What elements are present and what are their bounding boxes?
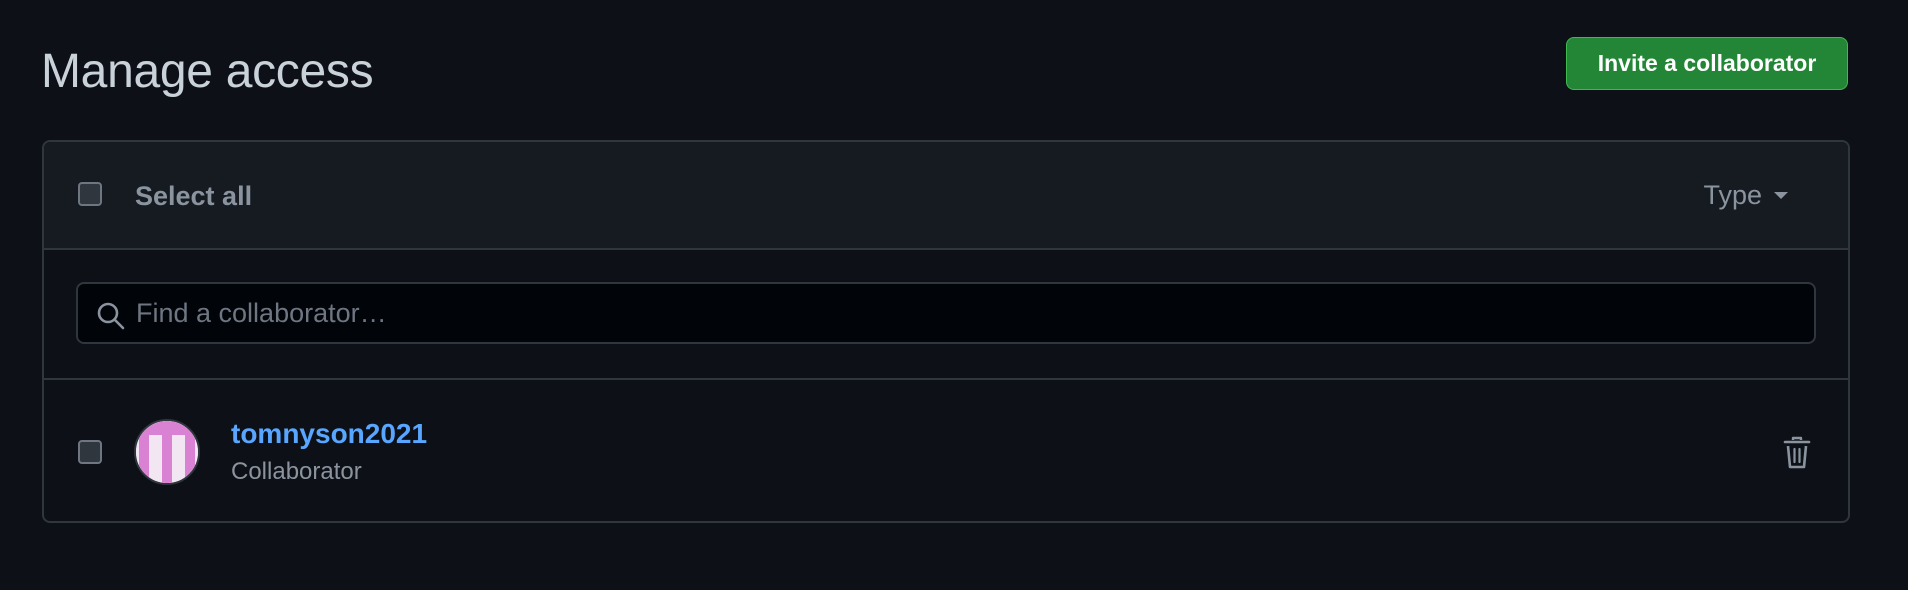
collaborators-panel: Select all Type Find a collaborator… tom…: [42, 140, 1850, 523]
identicon-avatar-image: [136, 421, 198, 483]
collaborator-username-link[interactable]: tomnyson2021: [231, 417, 427, 451]
type-filter-label: Type: [1703, 180, 1762, 210]
page-title: Manage access: [41, 45, 374, 98]
type-filter-dropdown[interactable]: Type: [1703, 178, 1788, 212]
trash-icon[interactable]: [1782, 436, 1812, 470]
identicon-avatar[interactable]: [134, 419, 200, 485]
select-all-checkbox[interactable]: [78, 182, 102, 206]
collaborators-list-header: Select all Type: [44, 142, 1848, 250]
search-input[interactable]: [136, 284, 1796, 342]
collaborator-checkbox[interactable]: [78, 440, 102, 464]
search-section: [44, 250, 1848, 380]
collaborator-row: tomnyson2021 Collaborator: [44, 380, 1848, 521]
search-icon: [97, 302, 125, 330]
search-box[interactable]: [76, 282, 1816, 344]
invite-collaborator-button[interactable]: Invite a collaborator: [1566, 37, 1848, 90]
select-all-label[interactable]: Select all: [135, 179, 252, 213]
caret-down-icon: [1774, 191, 1788, 199]
collaborator-role: Collaborator: [231, 458, 362, 485]
